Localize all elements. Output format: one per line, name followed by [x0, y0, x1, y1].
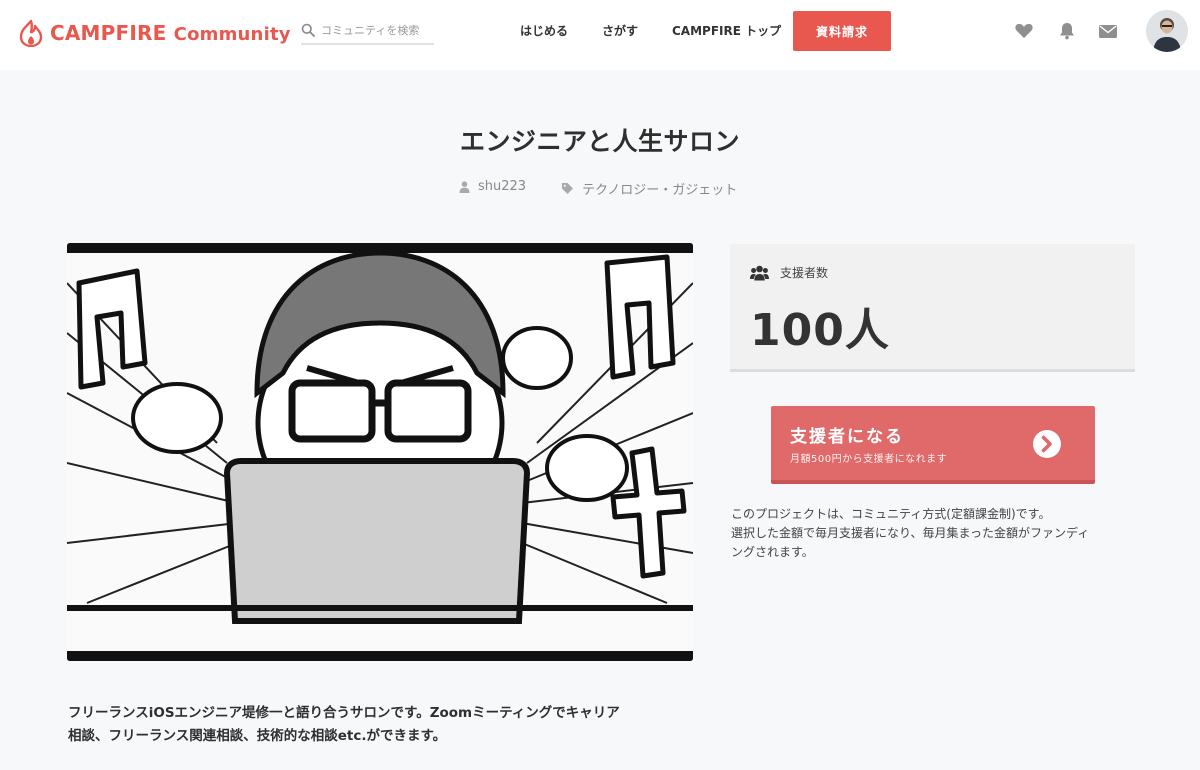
description-line: 相談、フリーランス関連相談、技術的な相談etc.ができます。 [68, 728, 447, 744]
description-line: フリーランスiOSエンジニア堤修一と語り合うサロンです。Zoomミーティングでキ… [68, 705, 620, 721]
project-hero-image [67, 243, 693, 661]
user-avatar[interactable] [1146, 10, 1188, 52]
project-description: フリーランスiOSエンジニア堤修一と語り合うサロンです。Zoomミーティングでキ… [68, 702, 708, 748]
search-box [301, 17, 434, 45]
become-supporter-button[interactable]: 支援者になる 月額500円から支援者になれます [771, 406, 1095, 484]
chevron-right-circle-icon [1033, 430, 1061, 458]
search-input[interactable] [321, 23, 429, 37]
owner-name: shu223 [478, 179, 527, 194]
logo-text: CAMPFIRE Community [50, 21, 291, 45]
support-button-subtitle: 月額500円から支援者になれます [790, 454, 948, 465]
note-line: 選択した金額で毎月支援者になり、毎月集まった金額がファンディ [731, 526, 1090, 540]
heart-icon[interactable] [1014, 21, 1034, 41]
support-button-title: 支援者になる [790, 427, 904, 447]
avatar-photo [1146, 10, 1188, 52]
site-header: CAMPFIRE Community はじめる さがす CAMPFIRE トップ… [0, 0, 1200, 70]
nav-campfire-top[interactable]: CAMPFIRE トップ [672, 22, 781, 39]
supporter-label-text: 支援者数 [780, 266, 829, 280]
nav-start[interactable]: はじめる [520, 22, 568, 39]
mail-icon[interactable] [1098, 21, 1118, 41]
category-name: テクノロジー・ガジェット [582, 183, 738, 198]
nav-explore[interactable]: さがす [602, 22, 638, 39]
request-materials-button[interactable]: 資料請求 [793, 11, 891, 51]
supporter-count-value: 100人 [750, 305, 890, 356]
project-title: エンジニアと人生サロン [459, 127, 740, 156]
supporter-count-card: 支援者数 100人 [730, 244, 1135, 372]
search-icon[interactable] [301, 23, 315, 37]
logo-brand: CAMPFIRE [50, 21, 167, 45]
funding-method-note: このプロジェクトは、コミュニティ方式(定額課金制)です。 選択した金額で毎月支援… [731, 505, 1141, 562]
note-line: このプロジェクトは、コミュニティ方式(定額課金制)です。 [731, 507, 1051, 521]
campfire-logo[interactable]: CAMPFIRE Community [18, 18, 291, 48]
supporter-count-label: 支援者数 [750, 264, 828, 281]
note-line: ングされます。 [731, 545, 814, 559]
users-icon [750, 265, 769, 280]
tag-icon [562, 183, 573, 194]
project-category[interactable]: テクノロジー・ガジェット [561, 179, 737, 198]
flame-logo-icon [19, 19, 43, 47]
logo-suffix: Community [173, 24, 291, 45]
manga-illustration [67, 243, 693, 661]
user-icon [459, 180, 470, 193]
bell-icon[interactable] [1057, 21, 1077, 41]
project-owner[interactable]: shu223 [459, 179, 526, 194]
